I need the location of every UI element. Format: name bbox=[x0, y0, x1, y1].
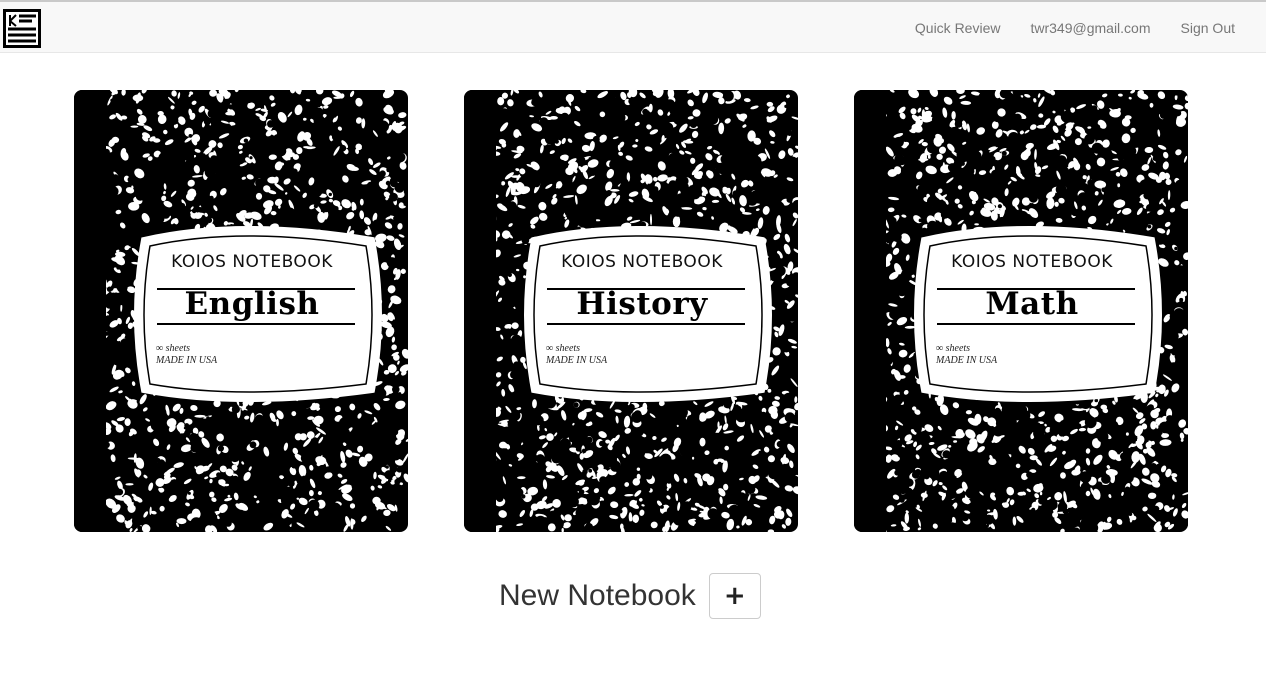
notebook-sheets: ∞ sheets bbox=[546, 343, 581, 354]
top-navbar: Quick Review twr349@gmail.com Sign Out bbox=[0, 0, 1266, 53]
new-notebook-row: New Notebook + bbox=[499, 573, 761, 619]
koios-logo-icon[interactable] bbox=[3, 9, 41, 48]
notebook-subject: History bbox=[576, 286, 708, 322]
notebook-brand: KOIOS NOTEBOOK bbox=[171, 252, 333, 272]
notebook-math[interactable]: KOIOS NOTEBOOK Math ∞ sheets MADE IN USA bbox=[854, 90, 1188, 532]
plus-icon: + bbox=[723, 581, 746, 611]
notebook-subject: Math bbox=[985, 286, 1079, 322]
notebook-history[interactable]: KOIOS NOTEBOOK History ∞ sheets MADE IN … bbox=[464, 90, 798, 532]
sign-out-link[interactable]: Sign Out bbox=[1181, 20, 1235, 36]
notebook-sheets: ∞ sheets bbox=[936, 343, 971, 354]
notebook-subject: English bbox=[184, 286, 320, 322]
add-notebook-button[interactable]: + bbox=[708, 573, 761, 619]
nav-links: Quick Review twr349@gmail.com Sign Out bbox=[915, 2, 1235, 53]
notebook-made-in: MADE IN USA bbox=[546, 355, 608, 366]
user-email-link[interactable]: twr349@gmail.com bbox=[1030, 20, 1150, 36]
notebook-brand: KOIOS NOTEBOOK bbox=[951, 252, 1113, 272]
notebook-english[interactable]: KOIOS NOTEBOOK English ∞ sheets MADE IN … bbox=[74, 90, 408, 532]
notebook-brand: KOIOS NOTEBOOK bbox=[561, 252, 723, 272]
notebook-made-in: MADE IN USA bbox=[156, 355, 218, 366]
notebook-made-in: MADE IN USA bbox=[936, 355, 998, 366]
quick-review-link[interactable]: Quick Review bbox=[915, 20, 1001, 36]
new-notebook-label: New Notebook bbox=[499, 579, 696, 612]
notebook-sheets: ∞ sheets bbox=[156, 343, 191, 354]
notebook-grid: KOIOS NOTEBOOK English ∞ sheets MADE IN … bbox=[0, 90, 1266, 532]
